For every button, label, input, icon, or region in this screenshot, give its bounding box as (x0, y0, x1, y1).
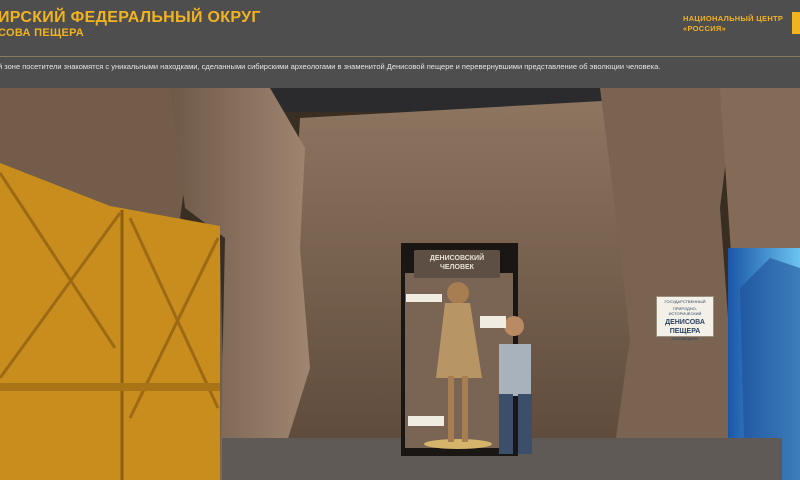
page-subtitle: СОВА ПЕЩЕРА (0, 27, 85, 39)
exhibit-panel-title: ДЕНИСОВСКИЙ ЧЕЛОВЕК (414, 250, 500, 278)
national-center-line1: НАЦИОНАЛЬНЫЙ ЦЕНТР (683, 14, 784, 23)
exhibit-tag-right (480, 316, 506, 328)
sign-line4: ЗАПОВЕДНИК (671, 336, 699, 341)
description-text: й зоне посетители знакомятся с уникальны… (0, 62, 661, 71)
national-center-label: НАЦИОНАЛЬНЫЙ ЦЕНТР «РОССИЯ» (683, 14, 783, 34)
header-bar: ИРСКИЙ ФЕДЕРАЛЬНЫЙ ОКРУГ СОВА ПЕЩЕРА НАЦ… (0, 0, 800, 88)
national-center-line2: «РОССИЯ» (683, 24, 727, 33)
logo-icon (792, 12, 800, 34)
exhibit-panel-title-line2: ЧЕЛОВЕК (440, 264, 474, 271)
cave-sign: ГОСУДАРСТВЕННЫЙ ПРИРОДНО-ИСТОРИЧЕСКИЙ ДЕ… (656, 296, 714, 341)
sign-line3: ДЕНИСОВА ПЕЩЕРА (665, 319, 705, 335)
exhibit-tag-left (406, 294, 442, 302)
cave-illustration (0, 88, 800, 480)
divider (0, 56, 800, 57)
exhibit-render: ДЕНИСОВСКИЙ ЧЕЛОВЕК ГОСУДАРСТВЕННЫЙ ПРИР… (0, 88, 800, 480)
exhibit-panel-title-line1: ДЕНИСОВСКИЙ (429, 255, 485, 262)
exhibit-tag-bottom (408, 416, 444, 426)
sign-line2: ПРИРОДНО-ИСТОРИЧЕСКИЙ (668, 306, 702, 316)
sign-line1: ГОСУДАРСТВЕННЫЙ (664, 299, 706, 304)
page-title: ИРСКИЙ ФЕДЕРАЛЬНЫЙ ОКРУГ (0, 9, 261, 26)
